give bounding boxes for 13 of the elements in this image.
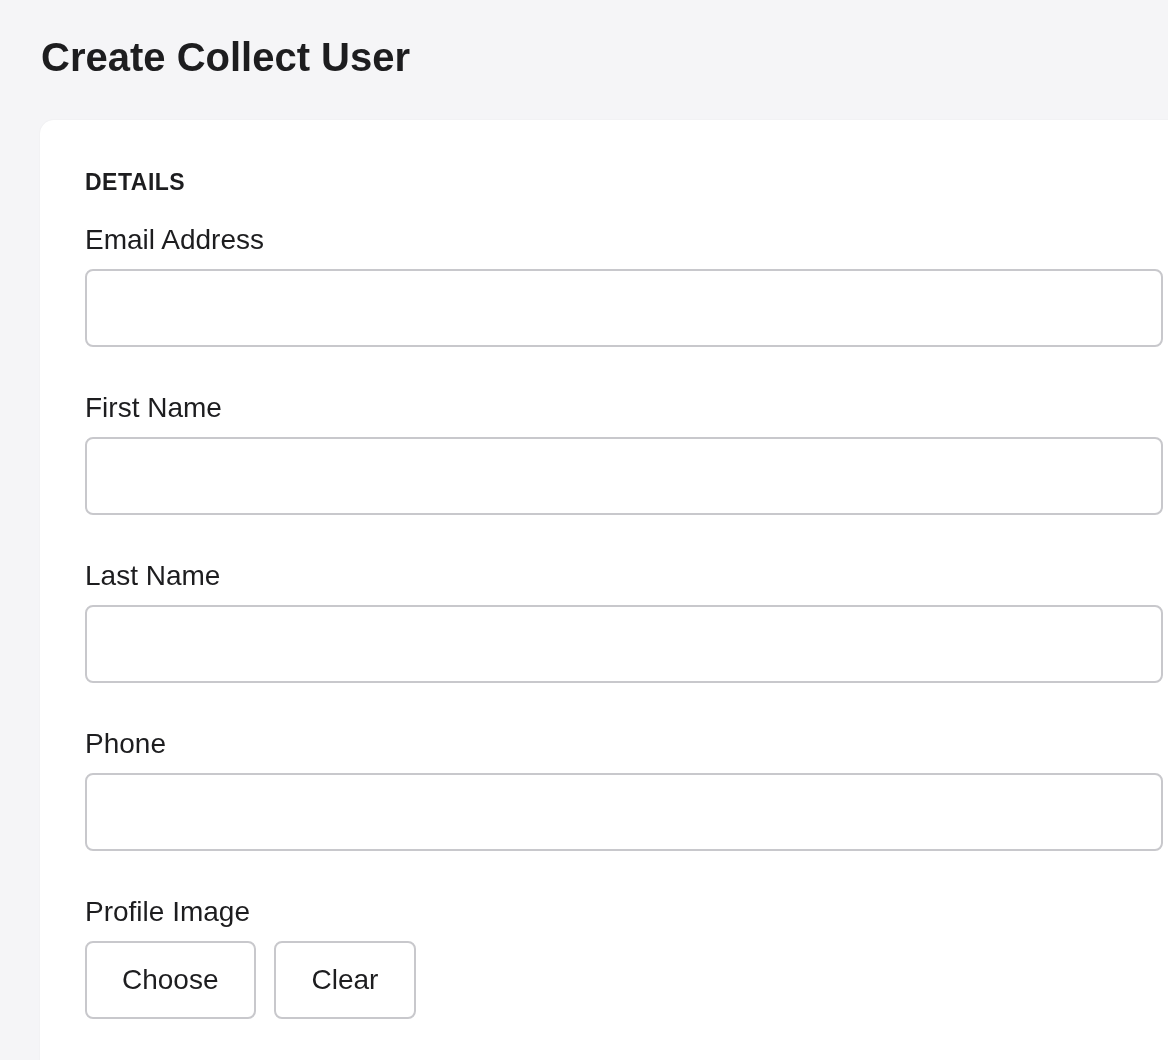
field-label: Last Name: [85, 559, 221, 593]
clear-button[interactable]: Clear: [273, 941, 417, 1019]
field-label: Email Address: [85, 223, 264, 257]
input-field[interactable]: [85, 269, 1163, 347]
input-field[interactable]: [85, 437, 1163, 515]
field-label: Profile Image: [85, 895, 250, 929]
input-field[interactable]: [85, 773, 1163, 851]
section-heading: DETAILS: [85, 168, 187, 197]
choose-button[interactable]: Choose: [85, 941, 256, 1019]
field-label: Phone: [85, 727, 166, 761]
input-field[interactable]: [85, 605, 1163, 683]
field-label: First Name: [85, 391, 222, 425]
page-title: Create Collect User: [41, 34, 412, 81]
